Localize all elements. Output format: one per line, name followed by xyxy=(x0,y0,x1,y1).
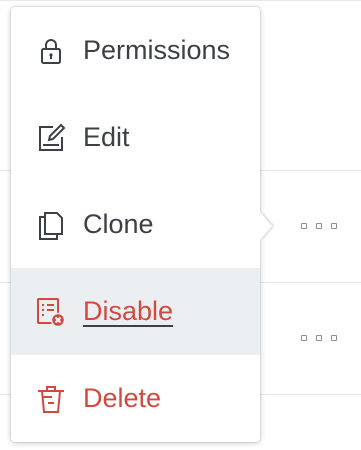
menu-item-permissions[interactable]: Permissions xyxy=(11,7,260,94)
menu-item-edit[interactable]: Edit xyxy=(11,94,260,181)
row-actions-menu: Permissions Edit Clone Disable Delete xyxy=(11,7,272,442)
menu-item-label: Clone xyxy=(83,209,154,239)
disable-list-icon xyxy=(35,296,67,328)
trash-icon xyxy=(35,383,67,415)
menu-item-label: Delete xyxy=(83,383,162,413)
menu-item-disable[interactable]: Disable xyxy=(11,268,260,355)
menu-item-label: Disable xyxy=(83,296,174,326)
lock-icon xyxy=(35,35,67,67)
edit-icon xyxy=(35,122,67,154)
menu-item-label: Permissions xyxy=(83,35,231,65)
row-more-options-button[interactable] xyxy=(301,218,337,234)
row-divider xyxy=(0,0,361,1)
copy-icon xyxy=(35,209,67,241)
more-options-icon-dot xyxy=(316,335,322,341)
more-options-icon xyxy=(301,223,307,229)
menu-pointer-arrow xyxy=(260,212,272,240)
more-options-icon-dot xyxy=(316,223,322,229)
menu-item-clone[interactable]: Clone xyxy=(11,181,260,268)
row-more-options-button[interactable] xyxy=(301,330,337,346)
more-options-icon-dot xyxy=(331,335,337,341)
more-options-icon xyxy=(301,335,307,341)
more-options-icon-dot xyxy=(331,223,337,229)
menu-item-label: Edit xyxy=(83,122,130,152)
menu-item-delete[interactable]: Delete xyxy=(11,355,260,442)
